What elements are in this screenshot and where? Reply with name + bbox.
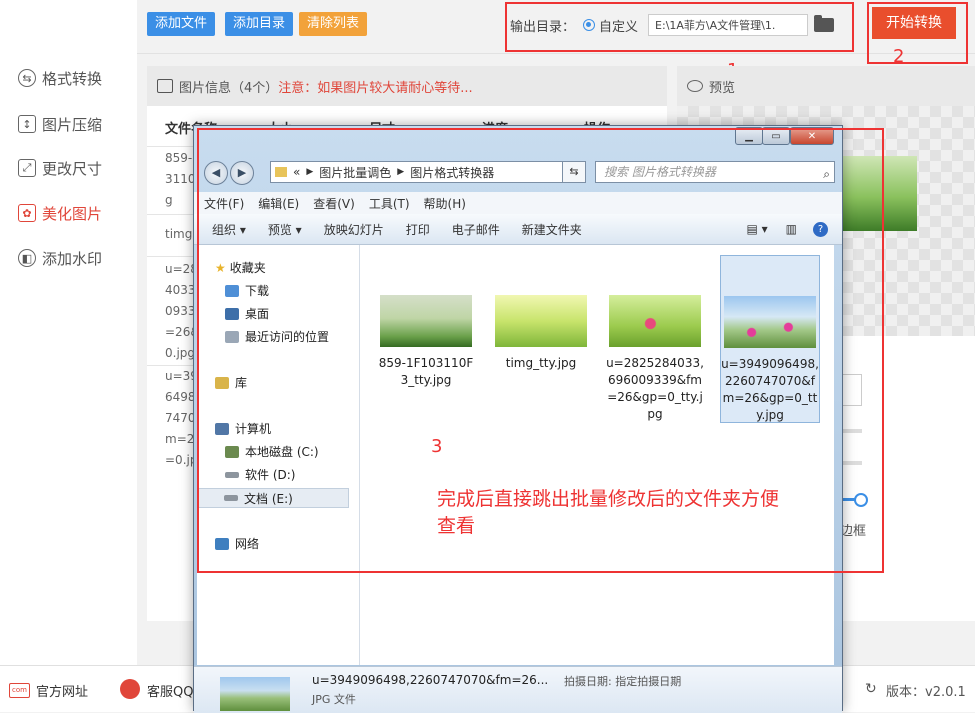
compress-icon: ↕	[18, 115, 36, 133]
annotation-box-1	[505, 2, 854, 52]
convert-icon: ⇆	[18, 69, 36, 87]
support-link[interactable]: 客服QQ	[147, 681, 193, 700]
support-icon	[120, 679, 140, 699]
annotation-box-3	[197, 128, 884, 573]
website-icon: com	[9, 683, 30, 698]
details-date: 拍摄日期: 指定拍摄日期	[564, 675, 682, 688]
sidebar-item-label: 图片压缩	[42, 115, 103, 134]
watermark-icon: ◧	[18, 249, 36, 267]
website-link[interactable]: 官方网址	[36, 681, 88, 700]
sidebar-item-resize[interactable]: ⤢ 更改尺寸	[18, 157, 102, 179]
sidebar: ⇆ 格式转换 ↕ 图片压缩 ⤢ 更改尺寸 ✿ 美化图片 ◧ 添加水印	[0, 0, 137, 665]
refresh-icon: ↻	[865, 681, 877, 697]
image-info-title: 图片信息（4个）	[179, 80, 279, 96]
sidebar-item-label: 添加水印	[42, 249, 103, 268]
preview-header: 预览	[677, 66, 975, 106]
version-label: 版本：v2.0.1	[886, 685, 966, 700]
details-filename: u=3949096498,2260747070&fm=26...	[312, 673, 549, 687]
sidebar-item-beautify[interactable]: ✿ 美化图片	[18, 202, 102, 224]
preview-title: 预览	[709, 80, 736, 96]
resize-icon: ⤢	[18, 159, 36, 177]
clear-list-button[interactable]: 清除列表	[299, 12, 368, 36]
eye-icon	[687, 80, 703, 92]
image-info-warning: 注意：如果图片较大请耐心等待...	[278, 80, 473, 96]
sidebar-item-label: 更改尺寸	[42, 159, 103, 178]
image-icon	[157, 79, 173, 93]
details-thumbnail	[220, 677, 290, 711]
sidebar-item-label: 格式转换	[42, 69, 103, 88]
add-file-button[interactable]: 添加文件	[147, 12, 216, 36]
annotation-label-2: 2	[893, 46, 905, 67]
image-info-header: 图片信息（4个） 注意：如果图片较大请耐心等待...	[147, 66, 667, 106]
details-pane: u=3949096498,2260747070&fm=26... 拍摄日期: 指…	[194, 666, 842, 713]
add-directory-button[interactable]: 添加目录	[225, 12, 294, 36]
sidebar-item-watermark[interactable]: ◧ 添加水印	[18, 247, 102, 269]
details-filetype: JPG 文件	[312, 693, 356, 706]
sidebar-item-format-convert[interactable]: ⇆ 格式转换	[18, 67, 102, 89]
annotation-box-2	[867, 2, 968, 64]
sidebar-item-compress[interactable]: ↕ 图片压缩	[18, 113, 102, 135]
beautify-icon: ✿	[18, 204, 36, 222]
sidebar-item-label: 美化图片	[42, 204, 103, 223]
